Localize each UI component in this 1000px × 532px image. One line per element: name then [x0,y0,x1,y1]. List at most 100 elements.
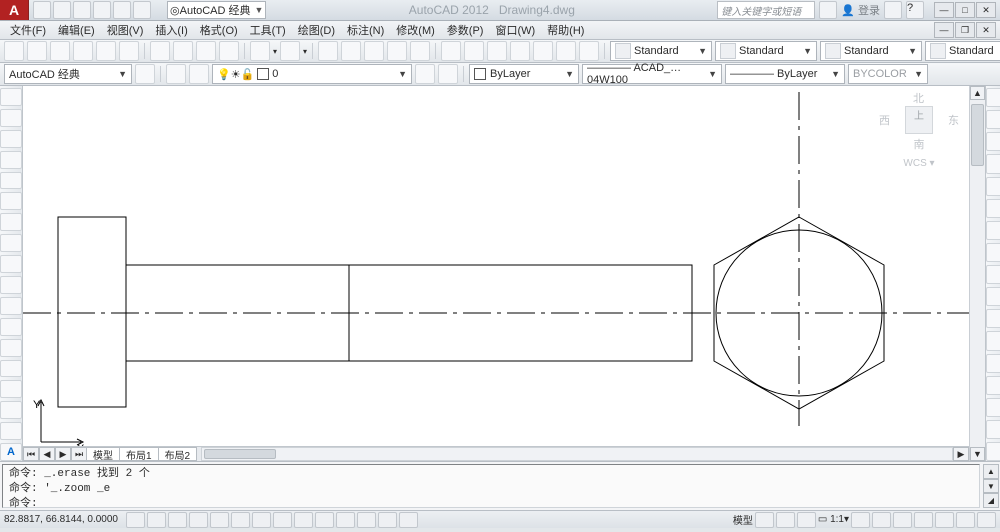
coordinates[interactable]: 82.8817, 66.8144, 0.0000 [4,514,124,525]
menu-format[interactable]: 格式(O) [196,21,242,39]
menu-parametric[interactable]: 参数(P) [443,21,488,39]
status-lock-icon[interactable] [914,512,933,528]
copy-obj-icon[interactable] [986,110,1000,129]
workspace-dropdown[interactable]: AutoCAD 经典▼ [4,64,132,84]
extend-icon[interactable] [986,309,1000,328]
tab-layout2[interactable]: 布局2 [158,447,198,461]
arc-icon[interactable] [0,192,22,210]
calc-icon[interactable] [579,41,599,61]
layer-states-icon[interactable] [189,64,209,84]
status-osnap-icon[interactable] [231,512,250,528]
menu-edit[interactable]: 编辑(E) [54,21,99,39]
array-icon[interactable] [986,177,1000,196]
tab-last-icon[interactable]: ⏭ [71,447,87,461]
redo-icon[interactable] [280,41,300,61]
cmd-prompt[interactable]: 命令: [9,497,973,512]
ucs-icon[interactable] [441,41,461,61]
scale-icon[interactable] [986,243,1000,262]
ellipse-icon[interactable] [0,276,22,294]
status-grid-icon[interactable] [168,512,187,528]
undo-icon[interactable] [250,41,270,61]
status-lwt-icon[interactable] [336,512,355,528]
status-polar-icon[interactable] [210,512,229,528]
explode-icon[interactable] [986,442,1000,461]
status-qvlay-icon[interactable] [797,512,816,528]
qat-redo-icon[interactable] [113,1,131,19]
tab-layout1[interactable]: 布局1 [119,447,159,461]
revcloud-icon[interactable] [0,234,22,252]
status-annovis-icon[interactable] [872,512,891,528]
command-history[interactable]: 命令: _.erase 找到 2 个 命令: '_.zoom _e 命令: [2,464,980,508]
design-center-icon[interactable] [487,41,507,61]
mirror-icon[interactable] [986,132,1000,151]
menu-modify[interactable]: 修改(M) [392,21,439,39]
match-icon[interactable] [219,41,239,61]
menu-draw[interactable]: 绘图(D) [294,21,339,39]
maximize-button[interactable]: □ [955,2,975,18]
tab-prev-icon[interactable]: ◀ [39,447,55,461]
menu-dimension[interactable]: 标注(N) [343,21,388,39]
preview-icon[interactable] [96,41,116,61]
linetype-dropdown[interactable]: ———— ACAD_…04W100▼ [582,64,722,84]
status-otrack-icon[interactable] [273,512,292,528]
spline-icon[interactable] [0,255,22,273]
markup-icon[interactable] [556,41,576,61]
rotate-icon[interactable] [986,221,1000,240]
app-logo[interactable]: A [0,0,29,20]
mleader-style-dropdown[interactable]: Standard▼ [925,41,1000,61]
layer-dropdown[interactable]: 💡 ☀ 🔓 0 ▼ [212,64,412,84]
insert-icon[interactable] [0,318,22,336]
status-dyn-icon[interactable] [315,512,334,528]
zoom-win-icon[interactable] [364,41,384,61]
qat-open-icon[interactable] [53,1,71,19]
status-space[interactable]: 模型 [733,512,753,527]
status-3dosnap-icon[interactable] [252,512,271,528]
chamfer-icon[interactable] [986,398,1000,417]
layer-prev-icon[interactable] [438,64,458,84]
copy-icon[interactable] [173,41,193,61]
pline-icon[interactable] [0,130,22,148]
anno-scale[interactable]: ▭ 1:1▾ [818,514,849,525]
menu-insert[interactable]: 插入(I) [151,21,191,39]
line-icon[interactable] [0,88,22,106]
status-ws-icon[interactable] [893,512,912,528]
break-pt-icon[interactable] [986,331,1000,350]
h-scroll-thumb[interactable] [204,449,276,459]
sheet-set-icon[interactable] [533,41,553,61]
zoom-prev-icon[interactable] [387,41,407,61]
menu-view[interactable]: 视图(V) [103,21,148,39]
ellipse-arc-icon[interactable] [0,297,22,315]
status-hw-icon[interactable] [935,512,954,528]
doc-restore-button[interactable]: ❐ [955,22,975,38]
hatch-icon[interactable] [0,380,22,398]
mtext-icon[interactable]: A [0,443,22,461]
lineweight-dropdown[interactable]: ———— ByLayer▼ [725,64,845,84]
status-snap-icon[interactable] [147,512,166,528]
status-sc-icon[interactable] [399,512,418,528]
status-iso-icon[interactable] [956,512,975,528]
qat-new-icon[interactable] [33,1,51,19]
cmd-resize-icon[interactable]: ◢ [983,493,999,508]
circle-icon[interactable] [0,213,22,231]
search-icon[interactable] [819,1,837,19]
trim-icon[interactable] [986,287,1000,306]
plotstyle-dropdown[interactable]: BYCOLOR▼ [848,64,928,84]
cmd-scroll-down-icon[interactable]: ▼ [983,479,999,494]
tab-next-icon[interactable]: ▶ [55,447,71,461]
status-layout-icon[interactable] [755,512,774,528]
layer-iso-icon[interactable] [415,64,435,84]
qat-save-icon[interactable] [73,1,91,19]
qat-print-icon[interactable] [133,1,151,19]
tool-palettes-icon[interactable] [510,41,530,61]
doc-minimize-button[interactable]: — [934,22,954,38]
color-dropdown[interactable]: ByLayer▼ [469,64,579,84]
tab-first-icon[interactable]: ⏮ [23,447,39,461]
qat-undo-icon[interactable] [93,1,111,19]
status-tpy-icon[interactable] [357,512,376,528]
workspace-dropdown-title[interactable]: ◎ AutoCAD 经典 ▼ [167,1,266,19]
menu-tools[interactable]: 工具(T) [246,21,290,39]
xline-icon[interactable] [0,109,22,127]
view-cube[interactable]: 北 西 上 东 南 WCS ▾ [879,92,959,169]
publish-icon[interactable] [119,41,139,61]
print-icon[interactable] [73,41,93,61]
